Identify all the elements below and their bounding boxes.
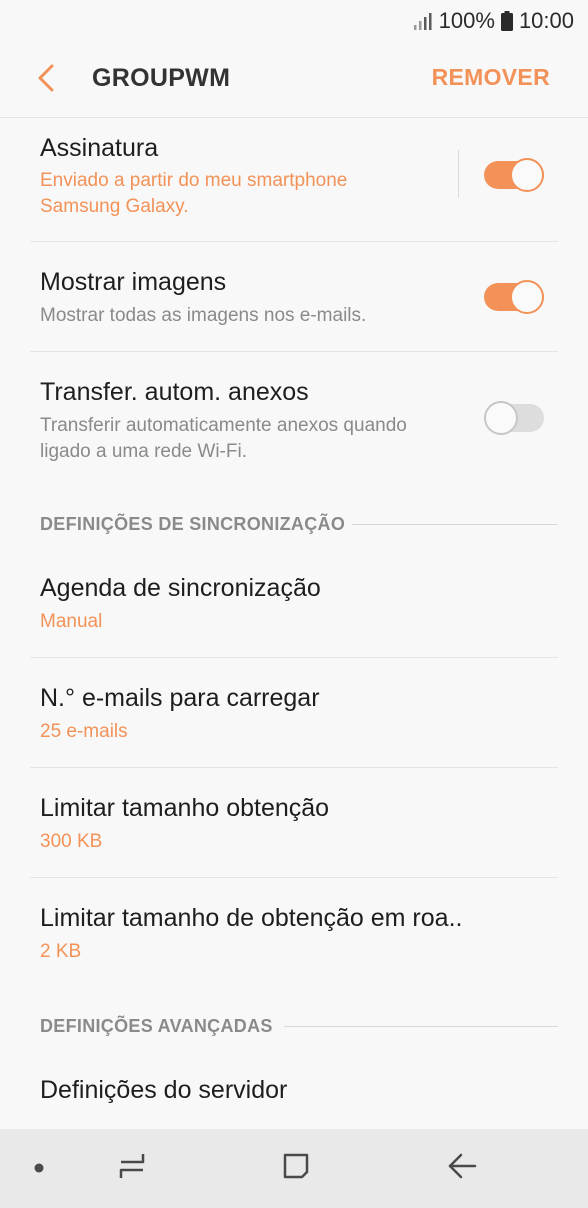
toggle-knob: [484, 401, 518, 435]
back-arrow-icon: [36, 64, 56, 97]
nav-dot-icon: [34, 1160, 44, 1178]
nav-dot-button[interactable]: [24, 1129, 54, 1208]
signature-text-line1: Enviado a partir do meu smartphone: [40, 170, 348, 191]
navigation-bar: [0, 1129, 588, 1208]
signature-toggle[interactable]: [484, 158, 544, 192]
page-title: GROUPWM: [92, 64, 231, 92]
retrieval-size-title: Limitar tamanho obtenção: [40, 794, 330, 822]
section-line: [284, 1026, 558, 1027]
section-line: [352, 524, 558, 525]
remove-button[interactable]: REMOVER: [432, 64, 550, 91]
auto-download-toggle[interactable]: [484, 401, 544, 435]
nav-back-button[interactable]: [436, 1129, 488, 1208]
battery-icon: [500, 11, 513, 31]
auto-download-setting[interactable]: Transfer. autom. anexos Transferir autom…: [0, 352, 588, 492]
auto-download-title: Transfer. autom. anexos: [40, 378, 309, 406]
emails-to-load-title: N.° e-mails para carregar: [40, 684, 320, 712]
signature-setting[interactable]: Assinatura Enviado a partir do meu smart…: [0, 118, 588, 242]
auto-download-subtitle-line1: Transferir automaticamente anexos quando: [40, 415, 407, 436]
server-settings-title: Definições do servidor: [40, 1076, 288, 1104]
sync-section-header: DEFINIÇÕES DE SINCRONIZAÇÃO: [40, 514, 346, 534]
toggle-knob: [510, 158, 544, 192]
back-button[interactable]: [28, 60, 64, 100]
app-bar: GROUPWM REMOVER: [0, 42, 588, 118]
sync-schedule-item[interactable]: Agenda de sincronização Manual: [0, 548, 588, 658]
sync-schedule-title: Agenda de sincronização: [40, 574, 321, 602]
retrieval-size-value: 300 KB: [40, 831, 103, 852]
recent-apps-button[interactable]: [106, 1129, 158, 1208]
status-bar: 100% 10:00: [0, 0, 588, 42]
toggle-knob: [510, 280, 544, 314]
signature-title: Assinatura: [40, 134, 159, 162]
roaming-retrieval-size-title: Limitar tamanho de obtenção em roa..: [40, 904, 463, 932]
signal-icon: [413, 11, 433, 31]
show-images-setting[interactable]: Mostrar imagens Mostrar todas as imagens…: [0, 242, 588, 352]
signature-text: Enviado a partir do meu smartphone Samsu…: [40, 168, 347, 220]
roaming-retrieval-size-value: 2 KB: [40, 941, 82, 962]
home-button[interactable]: [270, 1129, 322, 1208]
auto-download-subtitle: Transferir automaticamente anexos quando…: [40, 413, 407, 465]
clock: 10:00: [518, 8, 574, 33]
server-settings-item[interactable]: Definições do servidor: [0, 1050, 588, 1129]
nav-back-icon: [447, 1152, 477, 1185]
advanced-section-header: DEFINIÇÕES AVANÇADAS: [40, 1016, 273, 1036]
recent-apps-icon: [117, 1152, 147, 1185]
battery-percent: 100%: [438, 8, 495, 33]
home-icon: [282, 1152, 310, 1185]
auto-download-subtitle-line2: ligado a uma rede Wi-Fi.: [40, 441, 247, 462]
sync-schedule-value: Manual: [40, 611, 103, 632]
emails-to-load-item[interactable]: N.° e-mails para carregar 25 e-mails: [0, 658, 588, 768]
vertical-separator: [458, 150, 459, 198]
signature-text-line2: Samsung Galaxy.: [40, 196, 189, 217]
show-images-subtitle: Mostrar todas as imagens nos e-mails.: [40, 305, 367, 326]
roaming-retrieval-size-item[interactable]: Limitar tamanho de obtenção em roa.. 2 K…: [0, 878, 588, 988]
emails-to-load-value: 25 e-mails: [40, 721, 128, 742]
show-images-toggle[interactable]: [484, 280, 544, 314]
show-images-title: Mostrar imagens: [40, 268, 227, 296]
retrieval-size-item[interactable]: Limitar tamanho obtenção 300 KB: [0, 768, 588, 878]
